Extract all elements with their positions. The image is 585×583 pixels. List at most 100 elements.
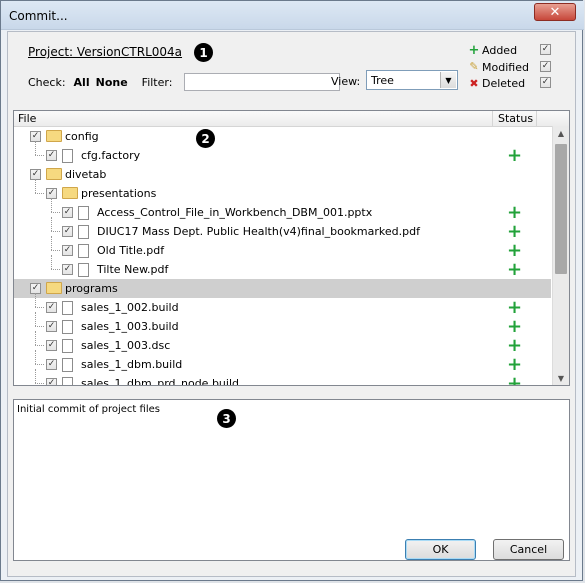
tree-file-row[interactable]: ✓ Access_Control_File_in_Workbench_DBM_00… [14, 198, 551, 223]
legend-added-checkbox[interactable]: ✓ [540, 44, 551, 55]
file-icon [78, 263, 89, 277]
legend-modified-checkbox[interactable]: ✓ [540, 60, 551, 72]
tree-connector [51, 236, 52, 250]
folder-icon [46, 168, 62, 180]
column-divider [492, 111, 493, 126]
tree-connector [35, 312, 36, 326]
check-row: Check: All None Filter: [28, 73, 341, 91]
tree-connector [35, 364, 44, 365]
row-checkbox[interactable]: ✓ [46, 150, 57, 161]
tree-connector [35, 293, 36, 307]
scroll-up-icon[interactable]: ▲ [553, 126, 569, 140]
file-icon [78, 225, 89, 239]
added-icon: + [507, 354, 523, 375]
tree-file-row[interactable]: ✓ sales_1_dbm.build + [14, 350, 551, 375]
row-label: Tilte New.pdf [97, 263, 169, 276]
tree-file-row[interactable]: ✓ Old Title.pdf + [14, 236, 551, 260]
filter-label: Filter: [141, 75, 173, 89]
tree-connector [51, 217, 52, 231]
added-icon: + [507, 316, 523, 337]
legend-deleted-checkbox[interactable]: ✓ [540, 77, 551, 88]
tree-connector [35, 141, 36, 155]
check-all-link[interactable]: All [74, 76, 90, 89]
row-label: divetab [65, 168, 107, 181]
tree-connector [35, 179, 36, 193]
scroll-thumb[interactable] [555, 144, 567, 274]
row-checkbox[interactable]: ✓ [46, 321, 57, 332]
added-icon: + [507, 259, 523, 280]
dialog-body: Project: VersionCTRL004a 1 Check: All No… [7, 31, 576, 577]
ok-button[interactable]: OK [405, 539, 476, 560]
check-none-link[interactable]: None [96, 76, 128, 89]
tree-connector [35, 345, 44, 346]
close-icon: ✕ [549, 4, 561, 20]
file-icon [62, 358, 73, 372]
tree-connector [51, 231, 60, 232]
tree-connector [35, 155, 44, 156]
tree-file-row[interactable]: ✓ sales_1_003.dsc + [14, 331, 551, 355]
view-select[interactable]: Tree ▼ [366, 70, 458, 90]
row-label: sales_1_dbm_prd_node.build [81, 377, 239, 386]
row-label: presentations [81, 187, 157, 200]
row-checkbox[interactable]: ✓ [62, 245, 73, 256]
row-label: sales_1_dbm.build [81, 358, 183, 371]
row-checkbox[interactable]: ✓ [62, 264, 73, 275]
added-icon: + [507, 202, 523, 223]
file-icon [78, 244, 89, 258]
tree-folder-row[interactable]: ✓ presentations [14, 179, 551, 203]
column-divider [536, 111, 537, 126]
tree-file-row[interactable]: ✓ sales_1_dbm_prd_node.build + [14, 369, 551, 386]
folder-icon [62, 187, 78, 199]
row-label: sales_1_003.build [81, 320, 179, 333]
callout-2: 2 [196, 129, 215, 148]
file-tree: File Status ✓ config ✓ cfg.factory + ✓ divetab… [13, 110, 570, 386]
tree-file-row[interactable]: ✓ sales_1_003.build + [14, 312, 551, 337]
tree-connector [51, 269, 60, 270]
window-title: Commit... [9, 9, 68, 23]
cancel-button[interactable]: Cancel [493, 539, 564, 560]
row-label: sales_1_002.build [81, 301, 179, 314]
row-checkbox[interactable]: ✓ [62, 207, 73, 218]
x-icon: ✖ [469, 76, 479, 90]
scroll-down-icon[interactable]: ▼ [553, 371, 569, 385]
vertical-scrollbar[interactable]: ▲ ▼ [552, 126, 569, 385]
chevron-down-icon[interactable]: ▼ [440, 72, 456, 88]
project-link[interactable]: Project: VersionCTRL004a [28, 45, 182, 59]
tree-file-row[interactable]: ✓ sales_1_002.build + [14, 293, 551, 317]
row-label: config [65, 130, 99, 143]
tree-connector [35, 369, 36, 383]
tree-file-row[interactable]: ✓ DIUC17 Mass Dept. Public Health(v4)fina… [14, 217, 551, 241]
row-checkbox[interactable]: ✓ [46, 378, 57, 385]
legend-added-label: Added [482, 44, 518, 57]
column-file[interactable]: File [18, 112, 36, 125]
close-button[interactable]: ✕ [534, 3, 576, 21]
row-label: Access_Control_File_in_Workbench_DBM_001… [97, 206, 373, 219]
row-checkbox[interactable]: ✓ [46, 302, 57, 313]
row-checkbox[interactable]: ✓ [46, 340, 57, 351]
commit-message[interactable]: Initial commit of project files 3 [13, 399, 570, 561]
tree-folder-row[interactable]: ✓ divetab [14, 165, 551, 184]
commit-message-text: Initial commit of project files [17, 404, 160, 415]
tree-connector [35, 331, 36, 345]
tree-file-row[interactable]: ✓ cfg.factory + [14, 141, 551, 166]
file-icon [78, 206, 89, 220]
legend-modified-label: Modified [482, 60, 529, 74]
tree-connector [51, 250, 60, 251]
callout-1: 1 [194, 43, 213, 62]
row-checkbox[interactable]: ✓ [62, 226, 73, 237]
tree-header: File Status [14, 111, 569, 127]
filter-input[interactable] [184, 73, 341, 91]
added-icon: + [507, 145, 523, 166]
title-bar: Commit... ✕ [1, 1, 584, 30]
tree-folder-row[interactable]: ✓ config [14, 127, 551, 146]
file-icon [62, 301, 73, 315]
view-select-value: Tree [371, 74, 394, 87]
tree-connector [35, 307, 44, 308]
tree-folder-row[interactable]: ✓ programs [14, 279, 551, 298]
tree-file-row[interactable]: ✓ Tilte New.pdf + [14, 255, 551, 280]
file-icon [62, 377, 73, 385]
column-status[interactable]: Status [498, 112, 533, 125]
file-icon [62, 320, 73, 334]
row-checkbox[interactable]: ✓ [46, 359, 57, 370]
row-label: sales_1_003.dsc [81, 339, 171, 352]
